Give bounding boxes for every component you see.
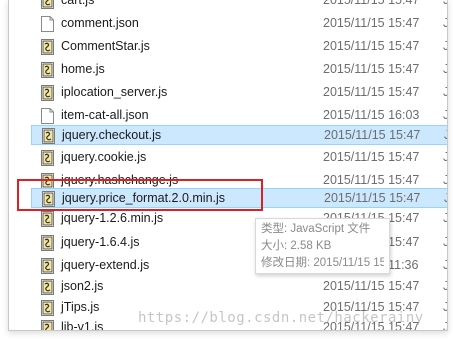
json-file-icon bbox=[41, 16, 54, 32]
file-name: jquery.checkout.js bbox=[62, 128, 162, 142]
file-row[interactable]: home.js2015/11/15 15:47JavaS bbox=[31, 60, 447, 80]
scrollbar[interactable] bbox=[441, 0, 447, 330]
file-row[interactable]: item-cat-all.json2015/11/15 16:03JSON bbox=[31, 106, 447, 126]
watermark: https://blog.csdn.net/hackerainy bbox=[138, 310, 424, 326]
js-file-icon bbox=[41, 320, 54, 330]
file-row[interactable]: CommentStar.js2015/11/15 15:47JavaS bbox=[31, 37, 447, 57]
js-file-icon bbox=[42, 191, 55, 207]
file-date-modified: 2015/11/15 15:47 bbox=[323, 39, 420, 53]
file-name: jquery-1.2.6.min.js bbox=[61, 211, 164, 225]
file-name: jquery-extend.js bbox=[61, 258, 150, 272]
file-name: iplocation_server.js bbox=[61, 85, 168, 99]
file-name: home.js bbox=[61, 62, 105, 76]
file-name: cart.js bbox=[61, 0, 95, 7]
js-file-icon bbox=[41, 279, 54, 295]
file-name: jquery.cookie.js bbox=[61, 150, 147, 164]
file-date-modified: 2015/11/15 15:47 bbox=[323, 279, 420, 293]
file-date-modified: 2015/11/15 15:47 bbox=[323, 173, 420, 187]
file-row[interactable]: jquery.price_format.2.0.min.js 2015/11/15… bbox=[31, 188, 447, 208]
js-file-icon bbox=[41, 85, 54, 101]
js-file-icon bbox=[41, 150, 54, 166]
file-name: jquery.price_format.2.0.min.js bbox=[62, 191, 226, 205]
json-file-icon bbox=[41, 108, 54, 124]
js-file-icon bbox=[42, 128, 55, 144]
file-name: jTips.js bbox=[61, 300, 100, 314]
js-file-icon bbox=[41, 173, 54, 189]
file-row[interactable]: jquery.cookie.js2015/11/15 15:47JavaS bbox=[31, 148, 447, 168]
js-file-icon bbox=[41, 62, 54, 78]
file-date-modified: 2015/11/15 15:47 bbox=[323, 16, 420, 30]
file-date-modified: 2015/11/15 16:03 bbox=[323, 108, 420, 122]
js-file-icon bbox=[41, 39, 54, 55]
file-info-tooltip: 类型: JavaScript 文件 大小: 2.58 KB 修改日期: 2015… bbox=[255, 218, 390, 274]
tooltip-modified: 修改日期: 2015/11/15 15:47 bbox=[261, 257, 384, 269]
file-row[interactable]: iplocation_server.js2015/11/15 15:47Java… bbox=[31, 83, 447, 103]
js-file-icon bbox=[41, 235, 54, 251]
file-date-modified: 2015/11/15 15:47 bbox=[323, 0, 420, 7]
file-name: CommentStar.js bbox=[61, 39, 150, 53]
file-date-modified: 2015/11/15 15:47 bbox=[323, 150, 420, 164]
file-name: jquery.hashchange.js bbox=[61, 173, 179, 187]
file-row[interactable]: json2.js2015/11/15 15:47JavaS bbox=[31, 277, 447, 297]
file-date-modified: 2015/11/15 15:47 bbox=[324, 191, 421, 205]
file-row[interactable]: cart.js2015/11/15 15:47JavaS bbox=[31, 0, 447, 11]
file-name: item-cat-all.json bbox=[61, 108, 149, 122]
js-file-icon bbox=[41, 211, 54, 227]
js-file-icon bbox=[41, 258, 54, 274]
file-name: jquery-1.6.4.js bbox=[61, 235, 140, 249]
file-list-view: cart.js2015/11/15 15:47JavaScomment.json… bbox=[8, 0, 448, 331]
file-row[interactable]: jquery.checkout.js2015/11/15 15:47JavaS bbox=[31, 125, 447, 145]
tooltip-type: 类型: JavaScript 文件 bbox=[261, 223, 371, 235]
file-name: comment.json bbox=[61, 16, 139, 30]
js-file-icon bbox=[41, 0, 54, 9]
file-row[interactable]: comment.json2015/11/15 15:47JSON bbox=[31, 14, 447, 34]
tooltip-size: 大小: 2.58 KB bbox=[261, 240, 332, 252]
js-file-icon bbox=[41, 300, 54, 316]
file-date-modified: 2015/11/15 15:47 bbox=[323, 85, 420, 99]
file-name: json2.js bbox=[61, 279, 104, 293]
file-date-modified: 2015/11/15 15:47 bbox=[324, 128, 421, 142]
file-name: lib-v1.js bbox=[61, 320, 104, 331]
file-date-modified: 2015/11/15 15:47 bbox=[323, 62, 420, 76]
